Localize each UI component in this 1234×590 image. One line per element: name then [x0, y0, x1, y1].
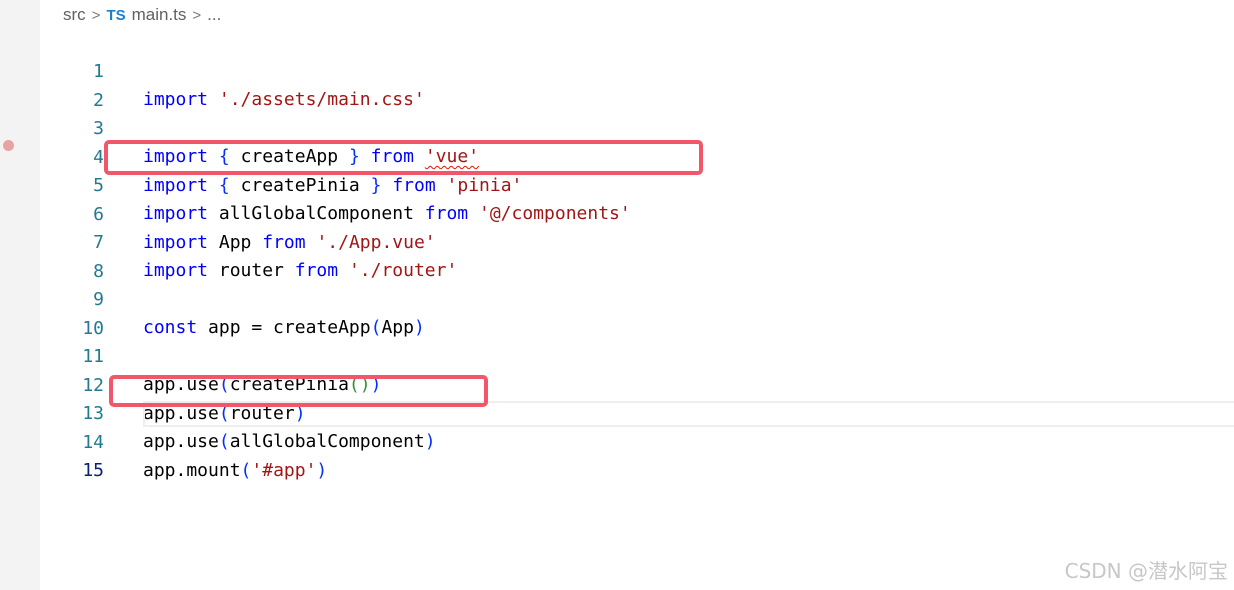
annotation-box-line-5 — [104, 140, 703, 175]
chevron-right-icon: > — [91, 6, 101, 24]
code-text: app.mount — [143, 460, 241, 481]
annotation-box-line-13 — [109, 375, 488, 407]
code-line[interactable]: 1 import './assets/main.css' — [0, 30, 1234, 110]
code-line[interactable]: 3 import { createApp } from 'vue' — [0, 87, 1234, 167]
code-line[interactable]: 9 const app = createApp(App) — [0, 258, 1234, 338]
code-line[interactable]: 10 — [0, 287, 1234, 339]
string-literal: '#app' — [251, 460, 317, 481]
code-line[interactable]: 11 app.use(createPinia()) — [0, 315, 1234, 395]
breadcrumb-folder[interactable]: src — [63, 5, 86, 25]
code-line[interactable]: 2 — [0, 59, 1234, 111]
code-line[interactable]: 12 app.use(router) — [0, 344, 1234, 424]
paren: ) — [316, 460, 328, 481]
paren: ( — [240, 460, 252, 481]
code-line[interactable]: 6 import App from './App.vue' — [0, 173, 1234, 253]
code-line[interactable]: 7 import router from './router' — [0, 201, 1234, 281]
typescript-file-icon: TS — [106, 6, 126, 24]
chevron-right-icon: > — [192, 6, 202, 24]
breadcrumb-more[interactable]: ... — [207, 5, 221, 25]
code-line-current[interactable]: 15 — [0, 429, 1234, 481]
line-number-current: 15 — [82, 460, 104, 481]
watermark: CSDN @潜水阿宝 — [1064, 559, 1228, 583]
breadcrumb: src > TS main.ts > ... — [63, 4, 221, 26]
code-line[interactable]: 8 — [0, 230, 1234, 282]
breadcrumb-file[interactable]: main.ts — [132, 5, 187, 25]
